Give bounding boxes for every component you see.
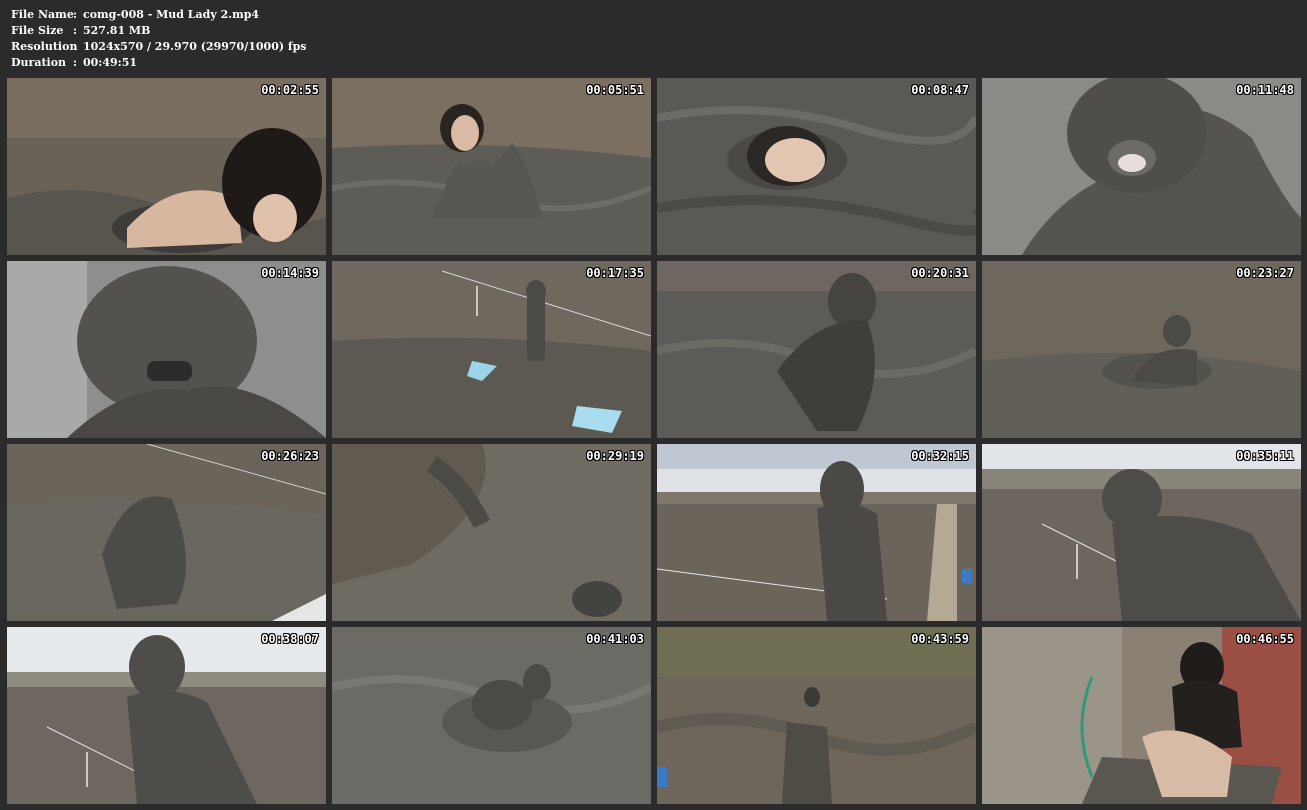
- thumbnail-frame: 00:20:31: [657, 261, 976, 438]
- frame-image: [7, 78, 326, 255]
- timestamp-label: 00:11:48: [1236, 83, 1294, 97]
- timestamp-label: 00:29:19: [586, 449, 644, 463]
- timestamp-label: 00:35:11: [1236, 449, 1294, 463]
- frame-image: [982, 261, 1301, 438]
- duration-separator: :: [73, 56, 78, 69]
- timestamp-label: 00:32:15: [911, 449, 969, 463]
- thumbnail-frame: 00:29:19: [332, 444, 651, 621]
- file-name-value: comg-008 - Mud Lady 2.mp4: [83, 8, 260, 21]
- timestamp-label: 00:17:35: [586, 266, 644, 280]
- thumbnail-frame: 00:14:39: [7, 261, 326, 438]
- thumbnail-frame: 00:11:48: [982, 78, 1301, 255]
- file-size-row: File Size : 527.81 MB: [11, 23, 307, 39]
- timestamp-label: 00:02:55: [261, 83, 319, 97]
- frame-image: [332, 627, 651, 804]
- thumbnail-frame: 00:23:27: [982, 261, 1301, 438]
- thumbnail-frame: 00:35:11: [982, 444, 1301, 621]
- timestamp-label: 00:41:03: [586, 632, 644, 646]
- timestamp-label: 00:05:51: [586, 83, 644, 97]
- thumbnail-frame: 00:46:55: [982, 627, 1301, 804]
- duration-value: 00:49:51: [83, 56, 138, 69]
- frame-image: [982, 78, 1301, 255]
- frame-image: [332, 261, 651, 438]
- timestamp-label: 00:38:07: [261, 632, 319, 646]
- file-name-label: File Name: [11, 8, 74, 21]
- timestamp-label: 00:20:31: [911, 266, 969, 280]
- frame-image: [332, 78, 651, 255]
- file-size-separator: :: [73, 24, 78, 37]
- timestamp-label: 00:14:39: [261, 266, 319, 280]
- timestamp-label: 00:23:27: [1236, 266, 1294, 280]
- frame-image: [657, 78, 976, 255]
- frame-image: [7, 261, 326, 438]
- frame-image: [982, 444, 1301, 621]
- resolution-label: Resolution: [11, 40, 78, 53]
- frame-image: [7, 444, 326, 621]
- resolution-value: 1024x570 / 29.970 (29970/1000) fps: [83, 40, 307, 53]
- frame-image: [657, 444, 976, 621]
- file-name-separator: :: [73, 8, 78, 21]
- thumbnail-grid: 00:02:55 00:05:51 00:08:47 00:11:48 00:1…: [7, 78, 1301, 804]
- thumbnail-frame: 00:41:03: [332, 627, 651, 804]
- frame-image: [332, 444, 651, 621]
- thumbnail-frame: 00:38:07: [7, 627, 326, 804]
- frame-image: [657, 627, 976, 804]
- timestamp-label: 00:43:59: [911, 632, 969, 646]
- file-name-row: File Name : comg-008 - Mud Lady 2.mp4: [11, 7, 307, 23]
- thumbnail-frame: 00:43:59: [657, 627, 976, 804]
- file-size-label: File Size: [11, 24, 64, 37]
- thumbnail-frame: 00:05:51: [332, 78, 651, 255]
- frame-image: [982, 627, 1301, 804]
- resolution-row: Resolution : 1024x570 / 29.970 (29970/10…: [11, 39, 307, 55]
- resolution-separator: :: [73, 40, 78, 53]
- timestamp-label: 00:46:55: [1236, 632, 1294, 646]
- thumbnail-frame: 00:17:35: [332, 261, 651, 438]
- thumbnail-frame: 00:26:23: [7, 444, 326, 621]
- frame-image: [7, 627, 326, 804]
- thumbnail-frame: 00:02:55: [7, 78, 326, 255]
- frame-image: [657, 261, 976, 438]
- duration-row: Duration : 00:49:51: [11, 55, 307, 71]
- file-size-value: 527.81 MB: [83, 24, 151, 37]
- timestamp-label: 00:08:47: [911, 83, 969, 97]
- file-info-panel: File Name : comg-008 - Mud Lady 2.mp4 Fi…: [11, 7, 307, 71]
- duration-label: Duration: [11, 56, 67, 69]
- timestamp-label: 00:26:23: [261, 449, 319, 463]
- thumbnail-frame: 00:32:15: [657, 444, 976, 621]
- thumbnail-frame: 00:08:47: [657, 78, 976, 255]
